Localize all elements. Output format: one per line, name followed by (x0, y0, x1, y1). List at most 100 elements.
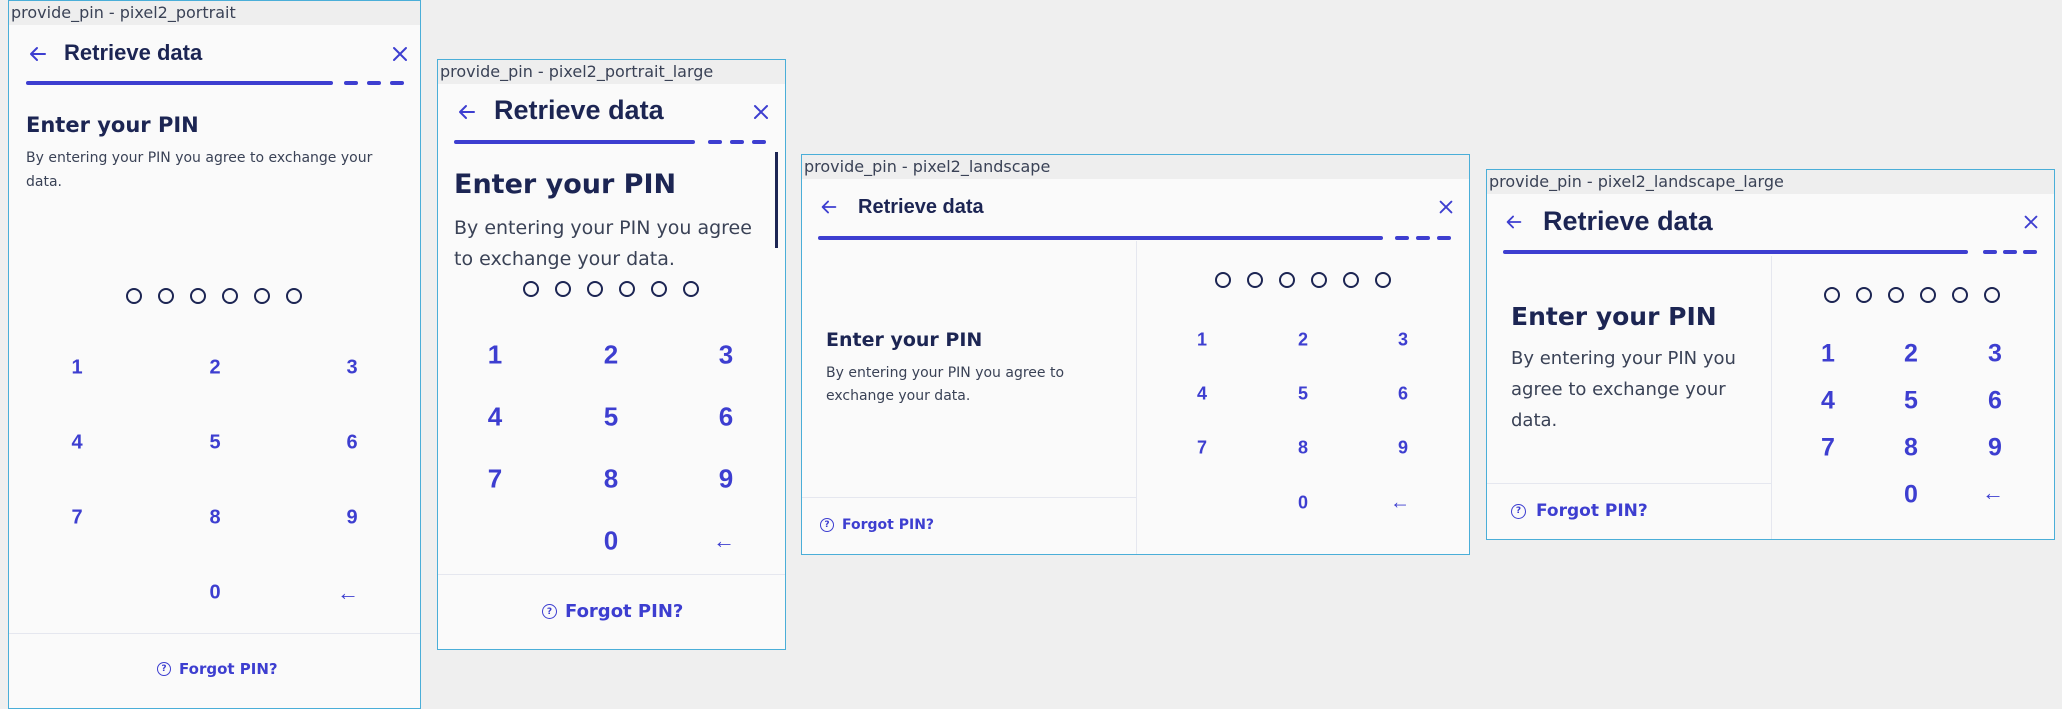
pin-description: By entering your PIN you agree to exchan… (826, 365, 1065, 404)
close-icon[interactable] (1436, 197, 1456, 217)
header-title: Retrieve data (1543, 206, 1713, 236)
pin-dot (651, 281, 667, 297)
keypad-key-9[interactable]: 9 (346, 507, 357, 530)
keypad-key-1[interactable]: 1 (1821, 340, 1835, 369)
pin-dot (619, 281, 635, 297)
progress-bar-filled (818, 236, 1383, 240)
pin-dot (1311, 272, 1327, 288)
keypad-key-0[interactable]: 0 (1298, 493, 1308, 514)
forgot-pin-link[interactable]: ? Forgot PIN? (157, 660, 278, 678)
keypad-key-4[interactable]: 4 (1197, 384, 1207, 405)
back-arrow-icon[interactable] (1503, 211, 1525, 233)
pin-heading: Enter your PIN (454, 169, 677, 200)
pin-dot (158, 288, 174, 304)
keypad-key-2[interactable]: 2 (604, 340, 618, 371)
backspace-icon[interactable]: ← (1390, 492, 1410, 515)
backspace-icon[interactable]: ← (1982, 480, 2004, 506)
keypad-key-9[interactable]: 9 (1988, 434, 2002, 463)
back-arrow-icon[interactable] (455, 100, 479, 124)
back-arrow-icon[interactable] (818, 196, 840, 218)
keypad-key-5[interactable]: 5 (1298, 384, 1308, 405)
keypad-key-9[interactable]: 9 (719, 464, 733, 495)
pin-dot (190, 288, 206, 304)
keypad-key-0[interactable]: 0 (1904, 481, 1918, 510)
keypad-key-5[interactable]: 5 (1904, 387, 1918, 416)
forgot-pin-link[interactable]: ? Forgot PIN? (820, 517, 934, 533)
keypad-key-2[interactable]: 2 (1904, 340, 1918, 369)
pin-dot (1215, 272, 1231, 288)
scrollbar[interactable] (775, 152, 778, 248)
progress-bar-remaining (1416, 236, 1430, 240)
help-icon: ? (542, 604, 557, 619)
close-icon[interactable] (750, 101, 772, 123)
screen-pixel2-landscape-large: provide_pin - pixel2_landscape_large Ret… (1486, 169, 2055, 540)
progress-bar-remaining (1395, 236, 1409, 240)
pin-dot (1984, 287, 2000, 303)
keypad-key-0[interactable]: 0 (604, 526, 618, 557)
keypad-key-3[interactable]: 3 (1398, 330, 1408, 351)
keypad-key-6[interactable]: 6 (346, 432, 357, 455)
keypad-key-4[interactable]: 4 (1821, 387, 1835, 416)
forgot-pin-link[interactable]: ? Forgot PIN? (542, 601, 683, 622)
progress-bar-remaining (1437, 236, 1451, 240)
progress-bar-remaining (367, 81, 381, 85)
help-icon: ? (1511, 503, 1526, 519)
progress-bar-remaining (2023, 250, 2037, 254)
help-icon: ? (157, 662, 171, 676)
keypad-key-3[interactable]: 3 (1988, 340, 2002, 369)
keypad-key-9[interactable]: 9 (1398, 438, 1408, 459)
keypad-key-6[interactable]: 6 (1988, 387, 2002, 416)
progress-bar-remaining (390, 81, 404, 85)
keypad-key-4[interactable]: 4 (71, 432, 82, 455)
column-divider (1136, 241, 1137, 554)
keypad-key-8[interactable]: 8 (604, 464, 618, 495)
pin-dot (1375, 272, 1391, 288)
close-icon[interactable] (389, 43, 411, 65)
backspace-icon[interactable]: ← (713, 528, 735, 554)
progress-bar-remaining (730, 140, 744, 144)
keypad-key-8[interactable]: 8 (209, 507, 220, 530)
backspace-icon[interactable]: ← (337, 580, 359, 606)
progress-bar-filled (454, 140, 695, 144)
pin-dot (683, 281, 699, 297)
pin-dot (555, 281, 571, 297)
keypad-key-7[interactable]: 7 (1197, 438, 1207, 459)
keypad-key-2[interactable]: 2 (1298, 330, 1308, 351)
keypad-key-6[interactable]: 6 (1398, 384, 1408, 405)
keypad-key-7[interactable]: 7 (71, 507, 82, 530)
screen-caption: provide_pin - pixel2_portrait_large (438, 60, 785, 84)
progress-bar-filled (26, 81, 333, 85)
pin-dot (286, 288, 302, 304)
forgot-pin-label: Forgot PIN? (565, 601, 684, 622)
pin-dot (1247, 272, 1263, 288)
screen-pixel2-portrait-large: provide_pin - pixel2_portrait_large Retr… (437, 59, 786, 650)
keypad-key-1[interactable]: 1 (71, 357, 82, 380)
progress-bar-remaining (1983, 250, 1997, 254)
back-arrow-icon[interactable] (26, 42, 50, 66)
keypad-key-7[interactable]: 7 (488, 464, 502, 495)
keypad-key-4[interactable]: 4 (488, 402, 502, 433)
close-icon[interactable] (2021, 212, 2041, 232)
keypad-key-6[interactable]: 6 (719, 402, 733, 433)
forgot-pin-label: Forgot PIN? (1536, 501, 1648, 521)
pin-dot (1888, 287, 1904, 303)
forgot-pin-label: Forgot PIN? (179, 660, 278, 678)
keypad-key-1[interactable]: 1 (488, 340, 502, 371)
keypad-key-8[interactable]: 8 (1904, 434, 1918, 463)
forgot-pin-link[interactable]: ? Forgot PIN? (1511, 501, 1648, 521)
footer-divider (1487, 483, 1771, 484)
keypad-key-3[interactable]: 3 (719, 340, 733, 371)
progress-bar-filled (1503, 250, 1968, 254)
keypad-key-5[interactable]: 5 (209, 432, 220, 455)
pin-indicator (1215, 272, 1391, 288)
keypad-key-3[interactable]: 3 (346, 357, 357, 380)
keypad-key-5[interactable]: 5 (604, 402, 618, 433)
keypad-key-0[interactable]: 0 (209, 582, 220, 605)
keypad-key-2[interactable]: 2 (209, 357, 220, 380)
keypad-key-1[interactable]: 1 (1197, 330, 1207, 351)
pin-description: By entering your PIN you agree to exchan… (26, 150, 373, 190)
keypad-key-8[interactable]: 8 (1298, 438, 1308, 459)
keypad-key-7[interactable]: 7 (1821, 434, 1835, 463)
help-icon: ? (820, 518, 834, 532)
pin-dot (587, 281, 603, 297)
